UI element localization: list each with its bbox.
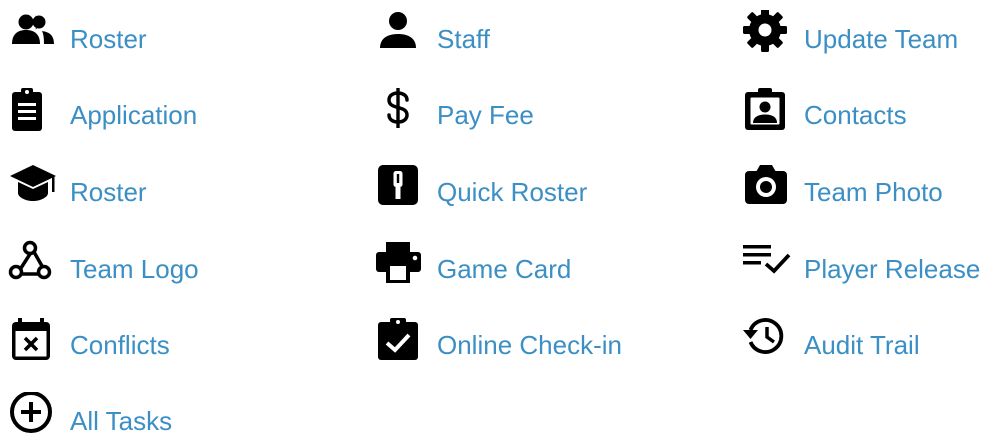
plus-circle-icon — [8, 392, 58, 442]
pay-fee-label: Pay Fee — [437, 100, 534, 130]
people-group-icon — [8, 10, 58, 60]
person-icon — [375, 10, 425, 60]
list-check-icon — [742, 240, 792, 290]
quick-roster-label: Quick Roster — [437, 177, 588, 207]
clipboard-check-icon — [375, 316, 425, 366]
calendar-x-icon — [8, 316, 58, 366]
audit-trail-label: Audit Trail — [804, 330, 920, 360]
gear-icon — [742, 10, 792, 60]
team-logo-label: Team Logo — [70, 254, 199, 284]
quick-roster-icon — [375, 163, 425, 213]
application-label: Application — [70, 100, 198, 130]
webhook-logo-icon — [8, 240, 58, 290]
roster-label: Roster — [70, 24, 147, 54]
clipboard-list-icon — [8, 86, 58, 136]
staff-label: Staff — [437, 24, 491, 54]
printer-icon — [375, 240, 425, 290]
update-team-label: Update Team — [804, 24, 959, 54]
contacts-label: Contacts — [804, 100, 907, 130]
graduation-cap-icon — [8, 163, 58, 213]
roster-label-2: Roster — [70, 177, 147, 207]
history-icon — [742, 316, 792, 366]
camera-icon — [742, 163, 792, 213]
game-card-label: Game Card — [437, 254, 572, 284]
contact-badge-icon — [742, 86, 792, 136]
dollar-sign-icon — [375, 86, 425, 136]
all-tasks-label: All Tasks — [70, 406, 173, 436]
online-check-in-label: Online Check-in — [437, 330, 622, 360]
player-release-label: Player Release — [804, 254, 981, 284]
conflicts-label: Conflicts — [70, 330, 170, 360]
team-photo-label: Team Photo — [804, 177, 943, 207]
